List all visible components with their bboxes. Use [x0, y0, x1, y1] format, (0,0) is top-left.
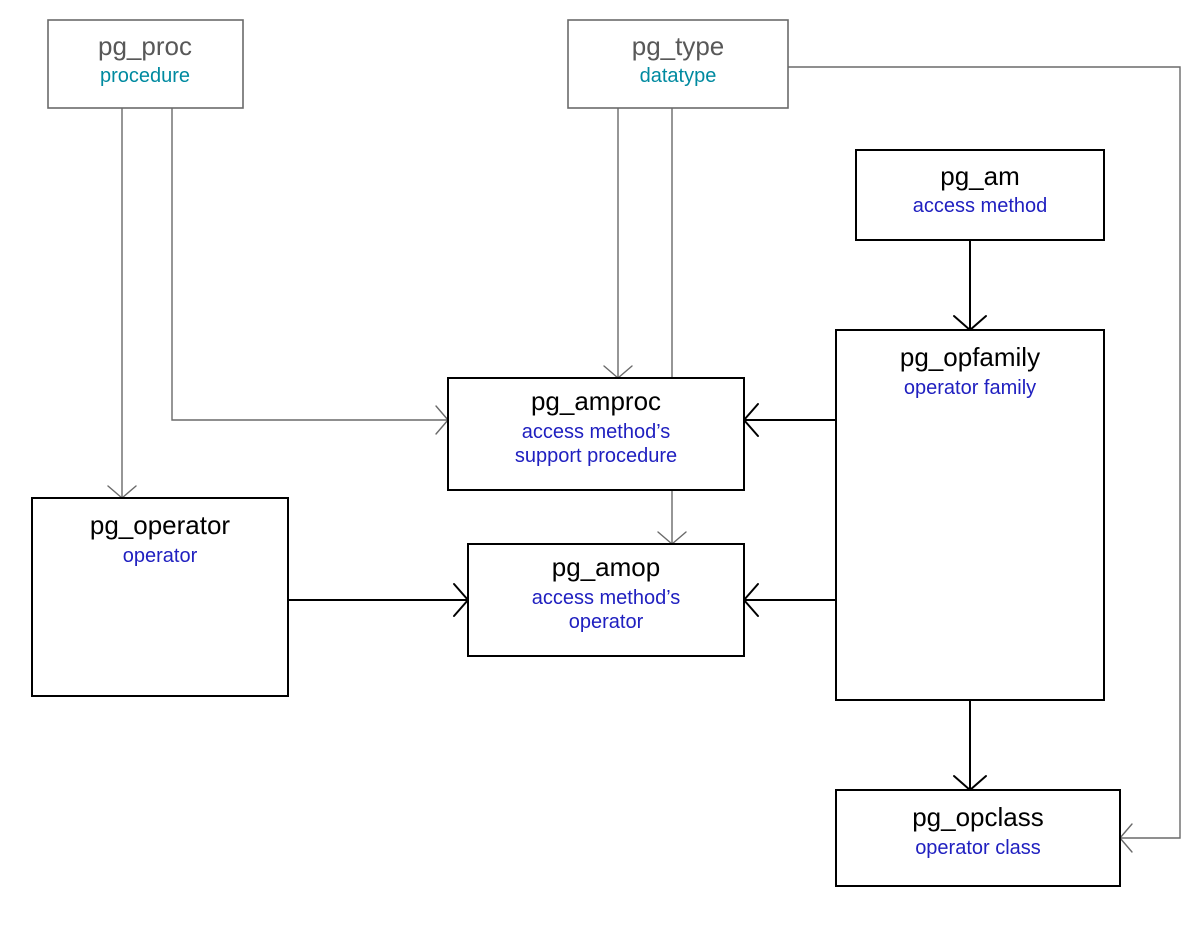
- edge-pgproc-pgamproc: [172, 108, 448, 434]
- node-pg-operator: pg_operator operator: [32, 498, 288, 696]
- edge-pgam-pgopfamily: [954, 240, 986, 330]
- pg-amproc-sub2: support procedure: [515, 445, 677, 467]
- pg-opfamily-title: pg_opfamily: [900, 342, 1040, 372]
- node-pg-amproc: pg_amproc access method’s support proced…: [448, 378, 744, 490]
- edge-pgproc-pgoperator: [108, 108, 136, 498]
- pg-opclass-sub: operator class: [915, 837, 1041, 859]
- pg-operator-sub: operator: [123, 545, 198, 567]
- pg-amop-title: pg_amop: [552, 552, 660, 582]
- pg-amop-sub2: operator: [569, 611, 644, 633]
- node-pg-opclass: pg_opclass operator class: [836, 790, 1120, 886]
- pg-am-sub: access method: [913, 195, 1048, 217]
- pg-proc-title: pg_proc: [98, 31, 192, 61]
- pg-proc-sub: procedure: [100, 65, 190, 87]
- pg-am-title: pg_am: [940, 161, 1020, 191]
- pg-opfamily-sub: operator family: [904, 377, 1036, 399]
- edge-pgtype-pgamproc: [604, 108, 632, 378]
- er-diagram: pg_proc procedure pg_type datatype pg_am…: [0, 0, 1200, 931]
- edge-pgoperator-pgamop: [288, 584, 468, 616]
- pg-type-title: pg_type: [632, 31, 725, 61]
- node-pg-amop: pg_amop access method’s operator: [468, 544, 744, 656]
- node-pg-type: pg_type datatype: [568, 20, 788, 108]
- pg-opclass-title: pg_opclass: [912, 802, 1044, 832]
- edge-pgopfamily-pgamop: [744, 584, 836, 616]
- edge-pgopfamily-pgamproc: [744, 404, 836, 436]
- pg-amproc-title: pg_amproc: [531, 386, 661, 416]
- pg-amproc-sub1: access method’s: [522, 421, 671, 443]
- node-pg-proc: pg_proc procedure: [48, 20, 243, 108]
- node-pg-opfamily: pg_opfamily operator family: [836, 330, 1104, 700]
- pg-type-sub: datatype: [640, 65, 717, 87]
- pg-amop-sub1: access method’s: [532, 587, 681, 609]
- node-pg-am: pg_am access method: [856, 150, 1104, 240]
- edge-pgopfamily-pgopclass: [954, 700, 986, 790]
- pg-operator-title: pg_operator: [90, 510, 231, 540]
